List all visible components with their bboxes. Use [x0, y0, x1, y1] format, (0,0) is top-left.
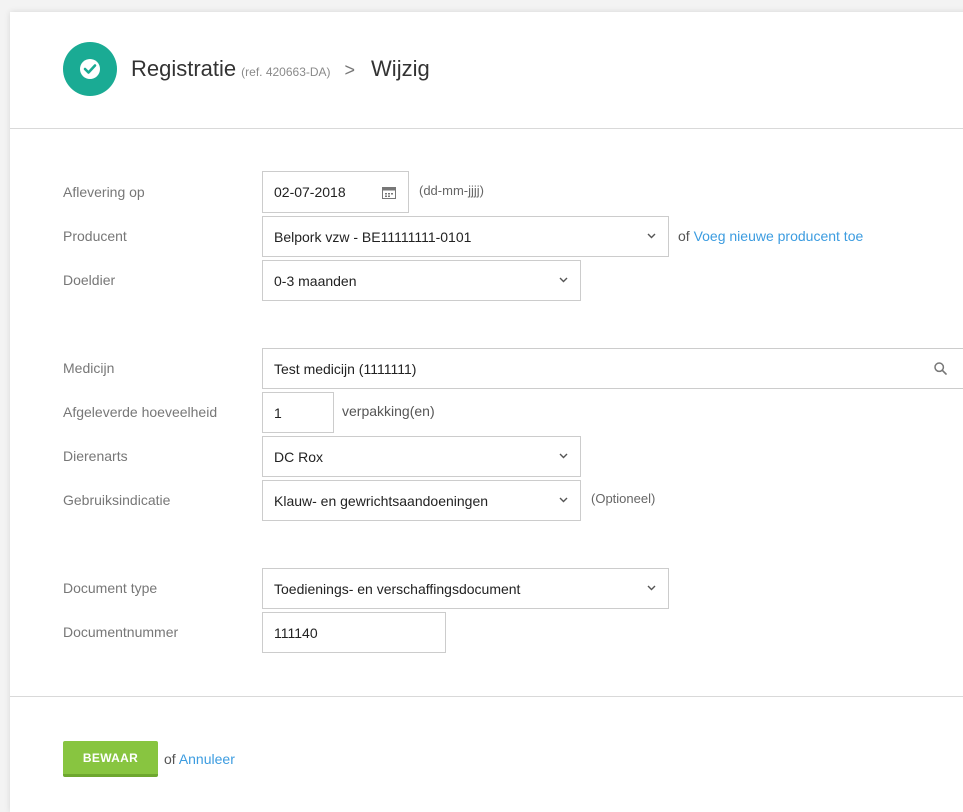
document-number-label: Documentnummer: [63, 624, 179, 640]
add-producer-link[interactable]: Voeg nieuwe producent toe: [694, 228, 864, 244]
quantity-label: Afgeleverde hoeveelheid: [63, 404, 218, 420]
cancel-link[interactable]: Annuleer: [179, 751, 235, 767]
medicine-value: Test medicijn (1111111): [274, 360, 417, 377]
medicine-search-input[interactable]: Test medicijn (1111111): [262, 348, 963, 389]
usage-label: Gebruiksindicatie: [63, 492, 171, 508]
search-icon[interactable]: [934, 362, 947, 375]
chevron-down-icon: [647, 233, 656, 238]
document-type-select[interactable]: Toedienings- en verschaffingsdocument: [262, 568, 669, 609]
document-number-input[interactable]: 111140: [262, 612, 446, 653]
target-animal-select[interactable]: 0-3 maanden: [262, 260, 581, 301]
target-animal-label: Doeldier: [63, 272, 116, 288]
document-type-value: Toedienings- en verschaffingsdocument: [274, 580, 521, 597]
page-subtitle: Wijzig: [371, 56, 430, 81]
breadcrumb-chevron-icon: >: [344, 60, 356, 80]
page-title-text: Registratie: [131, 56, 237, 81]
producer-label: Producent: [63, 228, 127, 244]
chevron-down-icon: [647, 585, 656, 590]
chevron-down-icon: [559, 277, 568, 282]
cancel-text: of Annuleer: [164, 751, 235, 767]
footer-divider: [10, 696, 963, 697]
date-format-hint: (dd-mm-jjjj): [419, 183, 484, 198]
status-check-icon: [63, 42, 117, 96]
delivery-date-input[interactable]: 02-07-2018: [262, 171, 409, 213]
quantity-unit: verpakking(en): [342, 403, 435, 419]
optional-hint: (Optioneel): [591, 491, 656, 506]
delivery-date-label: Aflevering op: [63, 184, 145, 200]
vet-label: Dierenarts: [63, 448, 128, 464]
delivery-date-value: 02-07-2018: [274, 184, 346, 200]
calendar-icon[interactable]: [382, 186, 396, 199]
quantity-input[interactable]: 1: [262, 392, 334, 433]
usage-select[interactable]: Klauw- en gewrichtsaandoeningen: [262, 480, 581, 521]
document-number-value: 111140: [274, 624, 318, 641]
target-animal-value: 0-3 maanden: [274, 272, 357, 289]
producer-value: Belpork vzw - BE11111111-0101: [274, 228, 472, 245]
page-title: Registratie (ref. 420663-DA) > Wijzig: [131, 56, 430, 82]
or-text: of: [678, 228, 690, 244]
add-producer-text: of Voeg nieuwe producent toe: [678, 228, 863, 244]
usage-value: Klauw- en gewrichtsaandoeningen: [274, 492, 489, 509]
quantity-value: 1: [274, 404, 282, 421]
medicine-label: Medicijn: [63, 360, 115, 376]
document-type-label: Document type: [63, 580, 158, 596]
reference-number: (ref. 420663-DA): [241, 65, 331, 79]
chevron-down-icon: [559, 497, 568, 502]
producer-select[interactable]: Belpork vzw - BE11111111-0101: [262, 216, 669, 257]
registration-card: Registratie (ref. 420663-DA) > Wijzig Af…: [10, 12, 963, 812]
vet-value: DC Rox: [274, 448, 324, 465]
page-header: Registratie (ref. 420663-DA) > Wijzig: [10, 12, 963, 129]
vet-select[interactable]: DC Rox: [262, 436, 581, 477]
save-button[interactable]: BEWAAR: [63, 741, 158, 777]
chevron-down-icon: [559, 453, 568, 458]
or-text: of: [164, 751, 176, 767]
